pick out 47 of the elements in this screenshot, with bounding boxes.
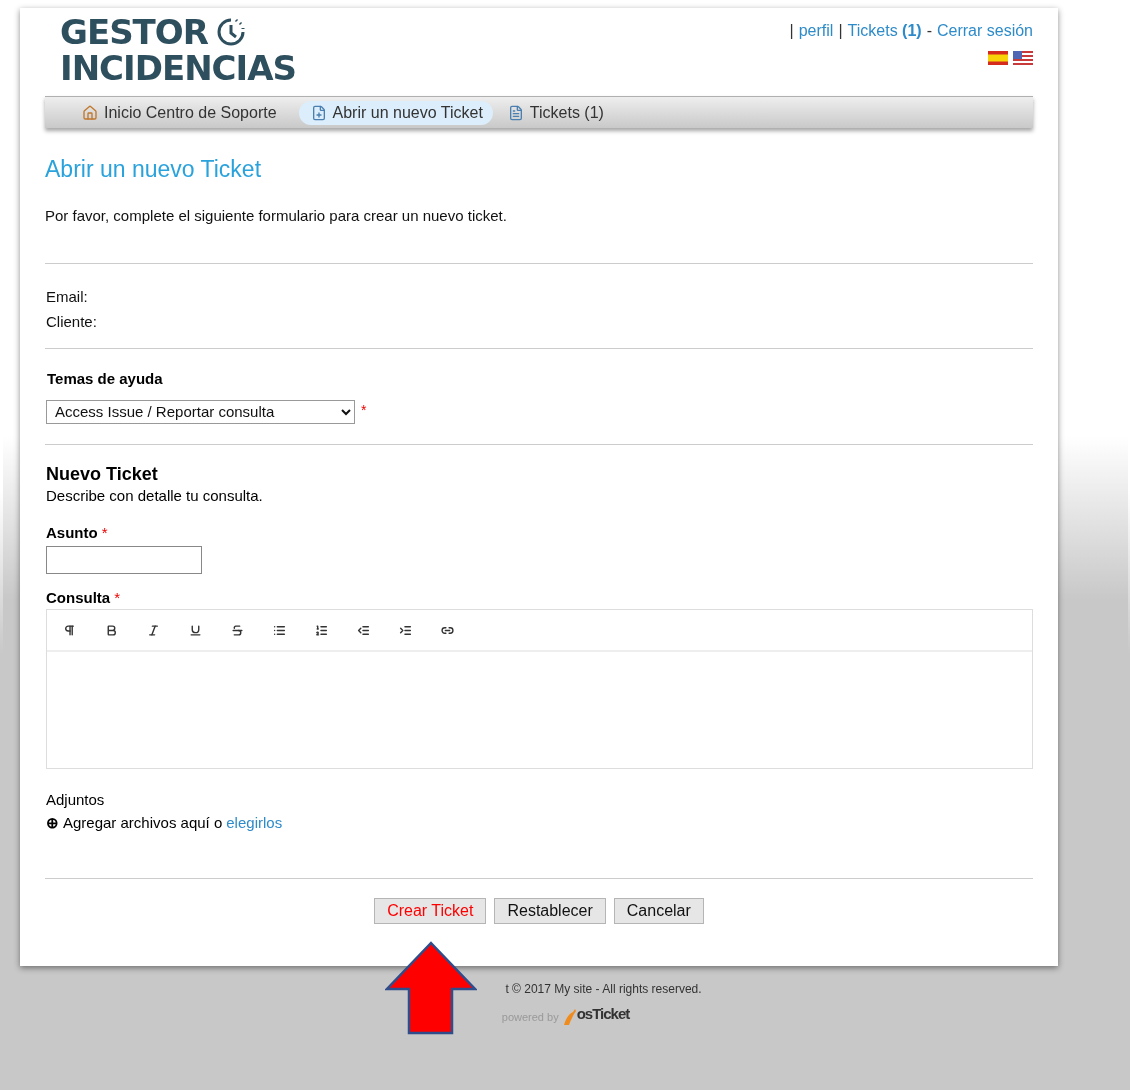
choose-files-link[interactable]: elegirlos: [226, 811, 283, 834]
separator-text: |: [789, 21, 794, 41]
logo-text: INCIDENCIAS: [60, 50, 296, 86]
field-label: Temas de ayuda: [47, 369, 164, 389]
nav-tab[interactable]: Tickets (1): [504, 100, 614, 125]
spain-flag-icon[interactable]: [988, 51, 1008, 65]
required-mark: *: [101, 523, 108, 543]
new-document-icon: [310, 104, 327, 121]
underline-icon: [188, 623, 202, 637]
usa-flag-icon[interactable]: [1013, 51, 1033, 65]
separator-text: -: [926, 21, 932, 41]
field-label: Consulta: [46, 587, 111, 608]
page-title: Abrir un nuevo Ticket: [45, 155, 263, 184]
nav-tab[interactable]: Inicio Centro de Soporte: [79, 100, 287, 125]
paragraph-icon: [62, 623, 76, 637]
required-mark: *: [114, 587, 120, 608]
subject-field[interactable]: [46, 545, 202, 574]
section-title: Nuevo Ticket: [46, 462, 159, 485]
document-icon: [507, 104, 524, 121]
numbered-list-icon: [314, 623, 328, 637]
nav-tab[interactable]: Abrir un nuevo Ticket: [298, 100, 493, 125]
tickets-link[interactable]: Tickets (1): [847, 19, 922, 43]
separator-text: |: [838, 21, 843, 41]
section-subtitle: Describe con detalle tu consulta.: [46, 485, 264, 506]
outdent-icon: [356, 623, 370, 637]
help-topic-select[interactable]: Access Issue / Reportar consulta: [46, 399, 355, 424]
logout-link[interactable]: Cerrar sesión: [936, 19, 1033, 43]
profile-link[interactable]: perfil: [798, 19, 834, 43]
copyright-text: t © 2017 My site - All rights reserved.: [504, 981, 702, 998]
bullet-list-icon: [272, 623, 286, 637]
form-button[interactable]: Cancelar: [613, 898, 704, 924]
field-label: Email:: [46, 287, 89, 307]
logo-text: GESTOR: [60, 14, 208, 50]
field-label: Adjuntos: [46, 790, 106, 810]
required-mark: *: [361, 400, 367, 420]
clock-icon: [215, 17, 246, 47]
indent-icon: [398, 623, 412, 637]
italic-icon: [146, 623, 160, 637]
upload-text: Agregar archivos aquí o: [63, 812, 223, 833]
brand-text: osTicket: [576, 1004, 630, 1024]
home-icon: [82, 104, 98, 121]
field-label: Asunto: [46, 523, 98, 543]
form-button[interactable]: Restablecer: [494, 898, 606, 924]
field-label: Cliente:: [46, 312, 98, 332]
intro-text: Por favor, complete el siguiente formulario para crear un nuevo ticket.: [45, 205, 508, 226]
upload-icon: ⊕: [46, 811, 59, 834]
strikethrough-icon: [230, 623, 244, 637]
